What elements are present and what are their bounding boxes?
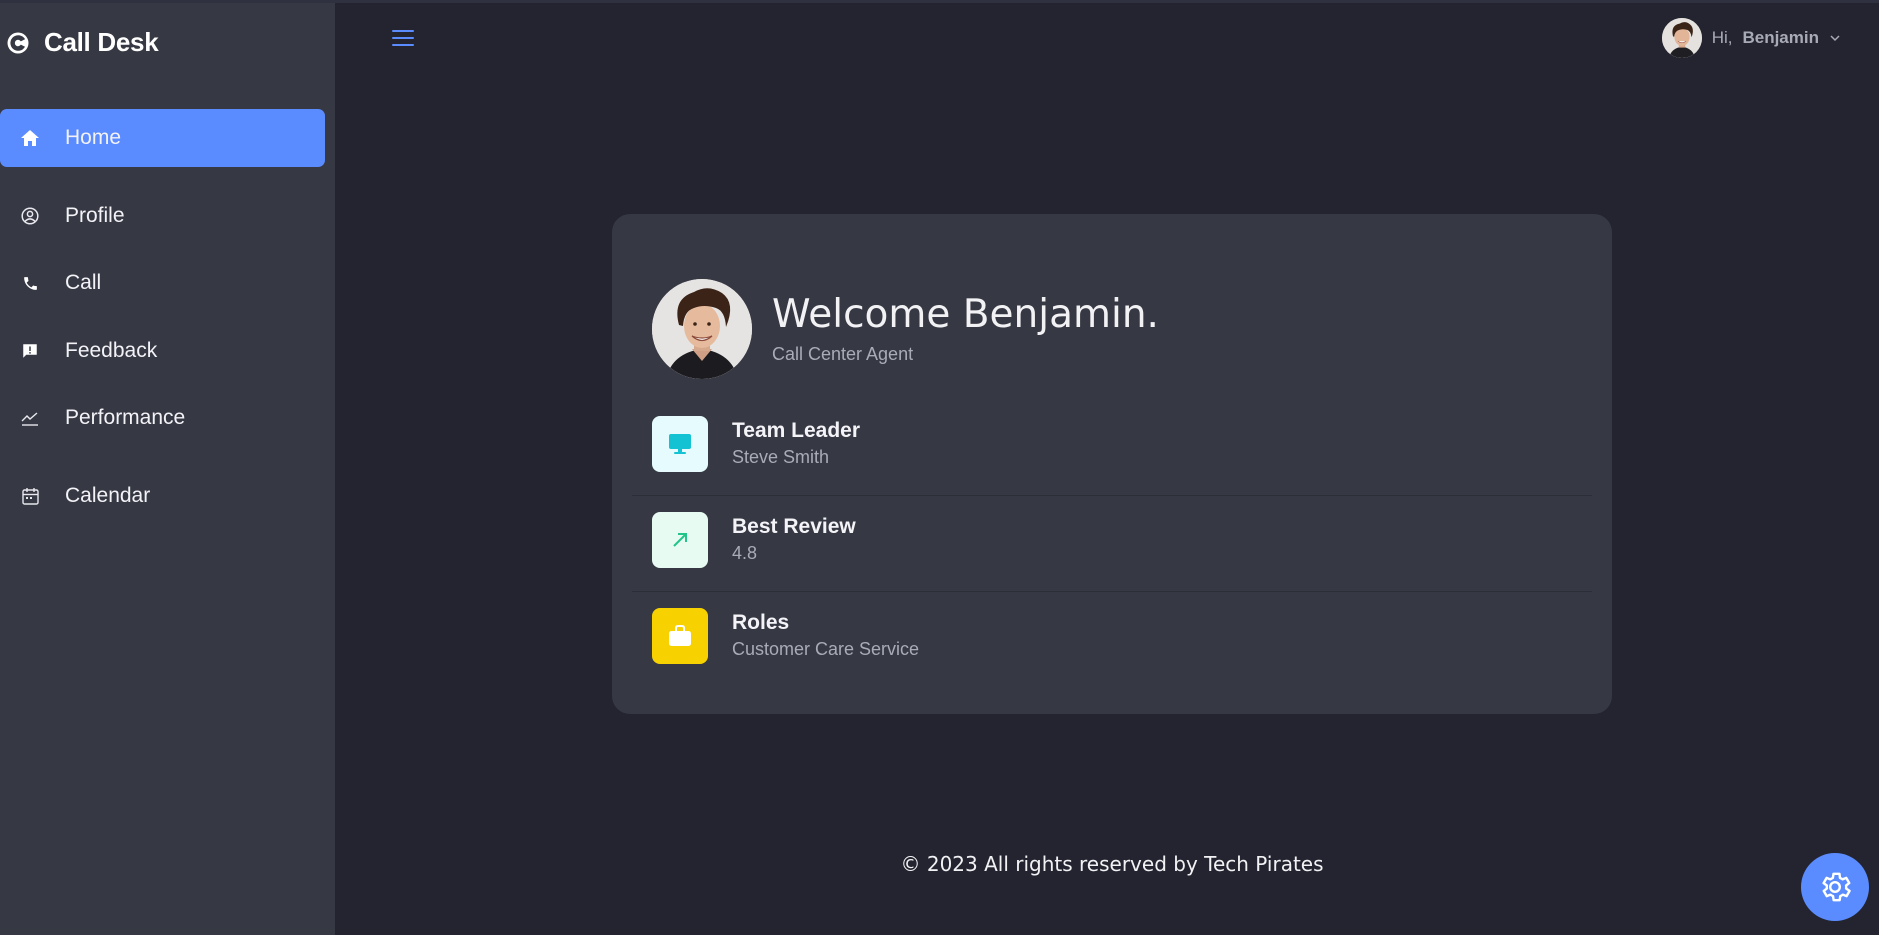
greeting-text: Hi, <box>1711 28 1733 47</box>
sidebar-item-calendar[interactable]: Calendar <box>0 467 325 525</box>
brand[interactable]: Call Desk <box>6 27 159 58</box>
sidebar-item-home[interactable]: Home <box>0 109 325 167</box>
chevron-down-icon <box>1830 35 1840 42</box>
menu-toggle-hamburger-icon[interactable] <box>392 30 414 50</box>
sidebar-item-label: Home <box>65 126 122 149</box>
settings-button[interactable] <box>1801 853 1869 921</box>
user-circle-icon <box>20 206 40 226</box>
profile-avatar <box>652 279 752 379</box>
info-row-title: Team Leader <box>732 419 860 442</box>
info-row-value: Customer Care Service <box>732 639 920 659</box>
info-row-value: Steve Smith <box>732 447 830 467</box>
sidebar-item-label: Feedback <box>65 339 158 362</box>
profile-photo <box>652 279 752 379</box>
welcome-card: Welcome Benjamin. Call Center Agent Team… <box>612 214 1612 714</box>
trend-up-arrow-icon <box>673 533 687 547</box>
user-menu[interactable]: Hi, Benjamin <box>1661 18 1841 58</box>
welcome-title: Welcome Benjamin. <box>772 292 1159 337</box>
call-desk-logo-icon <box>7 32 29 53</box>
avatar <box>1661 18 1702 58</box>
chart-line-icon <box>20 408 40 428</box>
home-icon <box>20 128 40 148</box>
info-row-team-leader: Team Leader Steve Smith <box>632 400 1592 496</box>
info-row-roles: Roles Customer Care Service <box>632 592 1592 688</box>
sidebar-item-label: Calendar <box>65 484 151 507</box>
roles-tile <box>652 608 708 664</box>
gear-icon <box>1822 872 1851 902</box>
calendar-icon <box>20 486 40 506</box>
job-title: Call Center Agent <box>772 344 914 364</box>
info-row-title: Roles <box>732 611 790 634</box>
info-row-value: 4.8 <box>732 543 758 563</box>
sidebar: Call Desk Home Profile Call Feedback Per… <box>0 3 335 935</box>
sidebar-item-call[interactable]: Call <box>0 254 325 312</box>
sidebar-item-label: Profile <box>65 204 125 227</box>
best-review-tile <box>652 512 708 568</box>
briefcase-icon <box>669 625 691 646</box>
sidebar-item-performance[interactable]: Performance <box>0 389 325 447</box>
sidebar-item-feedback[interactable]: Feedback <box>0 322 325 380</box>
info-row-title: Best Review <box>732 515 856 538</box>
info-row-best-review: Best Review 4.8 <box>632 496 1592 592</box>
app-name: Call Desk <box>44 27 159 57</box>
phone-icon <box>20 273 40 293</box>
user-avatar-icon <box>1661 18 1702 58</box>
sidebar-item-profile[interactable]: Profile <box>0 187 325 245</box>
feedback-icon <box>20 341 40 361</box>
monitor-icon <box>669 434 691 454</box>
sidebar-item-label: Call <box>65 271 102 294</box>
sidebar-item-label: Performance <box>65 406 186 429</box>
footer-copyright: © 2023 All rights reserved by Tech Pirat… <box>900 852 1324 876</box>
team-leader-tile <box>652 416 708 472</box>
user-name: Benjamin <box>1742 28 1819 47</box>
